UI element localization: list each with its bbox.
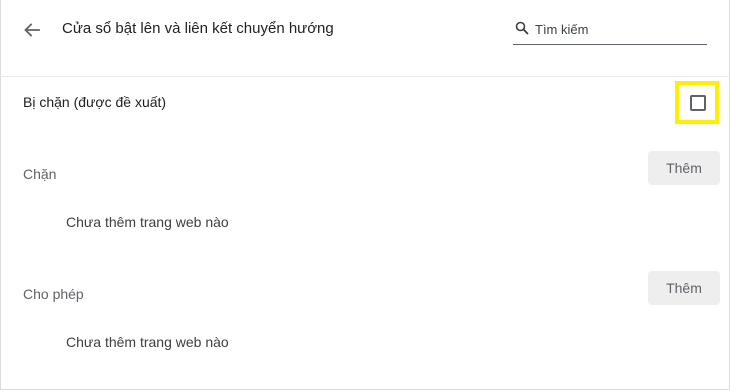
search-box[interactable] bbox=[513, 18, 707, 45]
blocked-setting-label: Bị chặn (được đề xuất) bbox=[23, 94, 167, 110]
page-header: Cửa sổ bật lên và liên kết chuyển hướng bbox=[0, 0, 730, 77]
blocked-checkbox[interactable] bbox=[690, 95, 706, 111]
add-allowed-site-button[interactable]: Thêm bbox=[648, 271, 720, 305]
add-blocked-site-button[interactable]: Thêm bbox=[648, 151, 720, 185]
page-title: Cửa sổ bật lên và liên kết chuyển hướng bbox=[62, 20, 334, 37]
arrow-back-icon bbox=[24, 23, 40, 37]
back-button[interactable] bbox=[20, 18, 44, 42]
allow-empty-text: Chưa thêm trang web nào bbox=[66, 334, 229, 350]
block-empty-text: Chưa thêm trang web nào bbox=[66, 214, 229, 230]
search-icon bbox=[515, 21, 529, 35]
search-input[interactable] bbox=[535, 18, 703, 40]
allow-section-title: Cho phép bbox=[23, 286, 84, 302]
block-section-title: Chặn bbox=[23, 166, 57, 182]
